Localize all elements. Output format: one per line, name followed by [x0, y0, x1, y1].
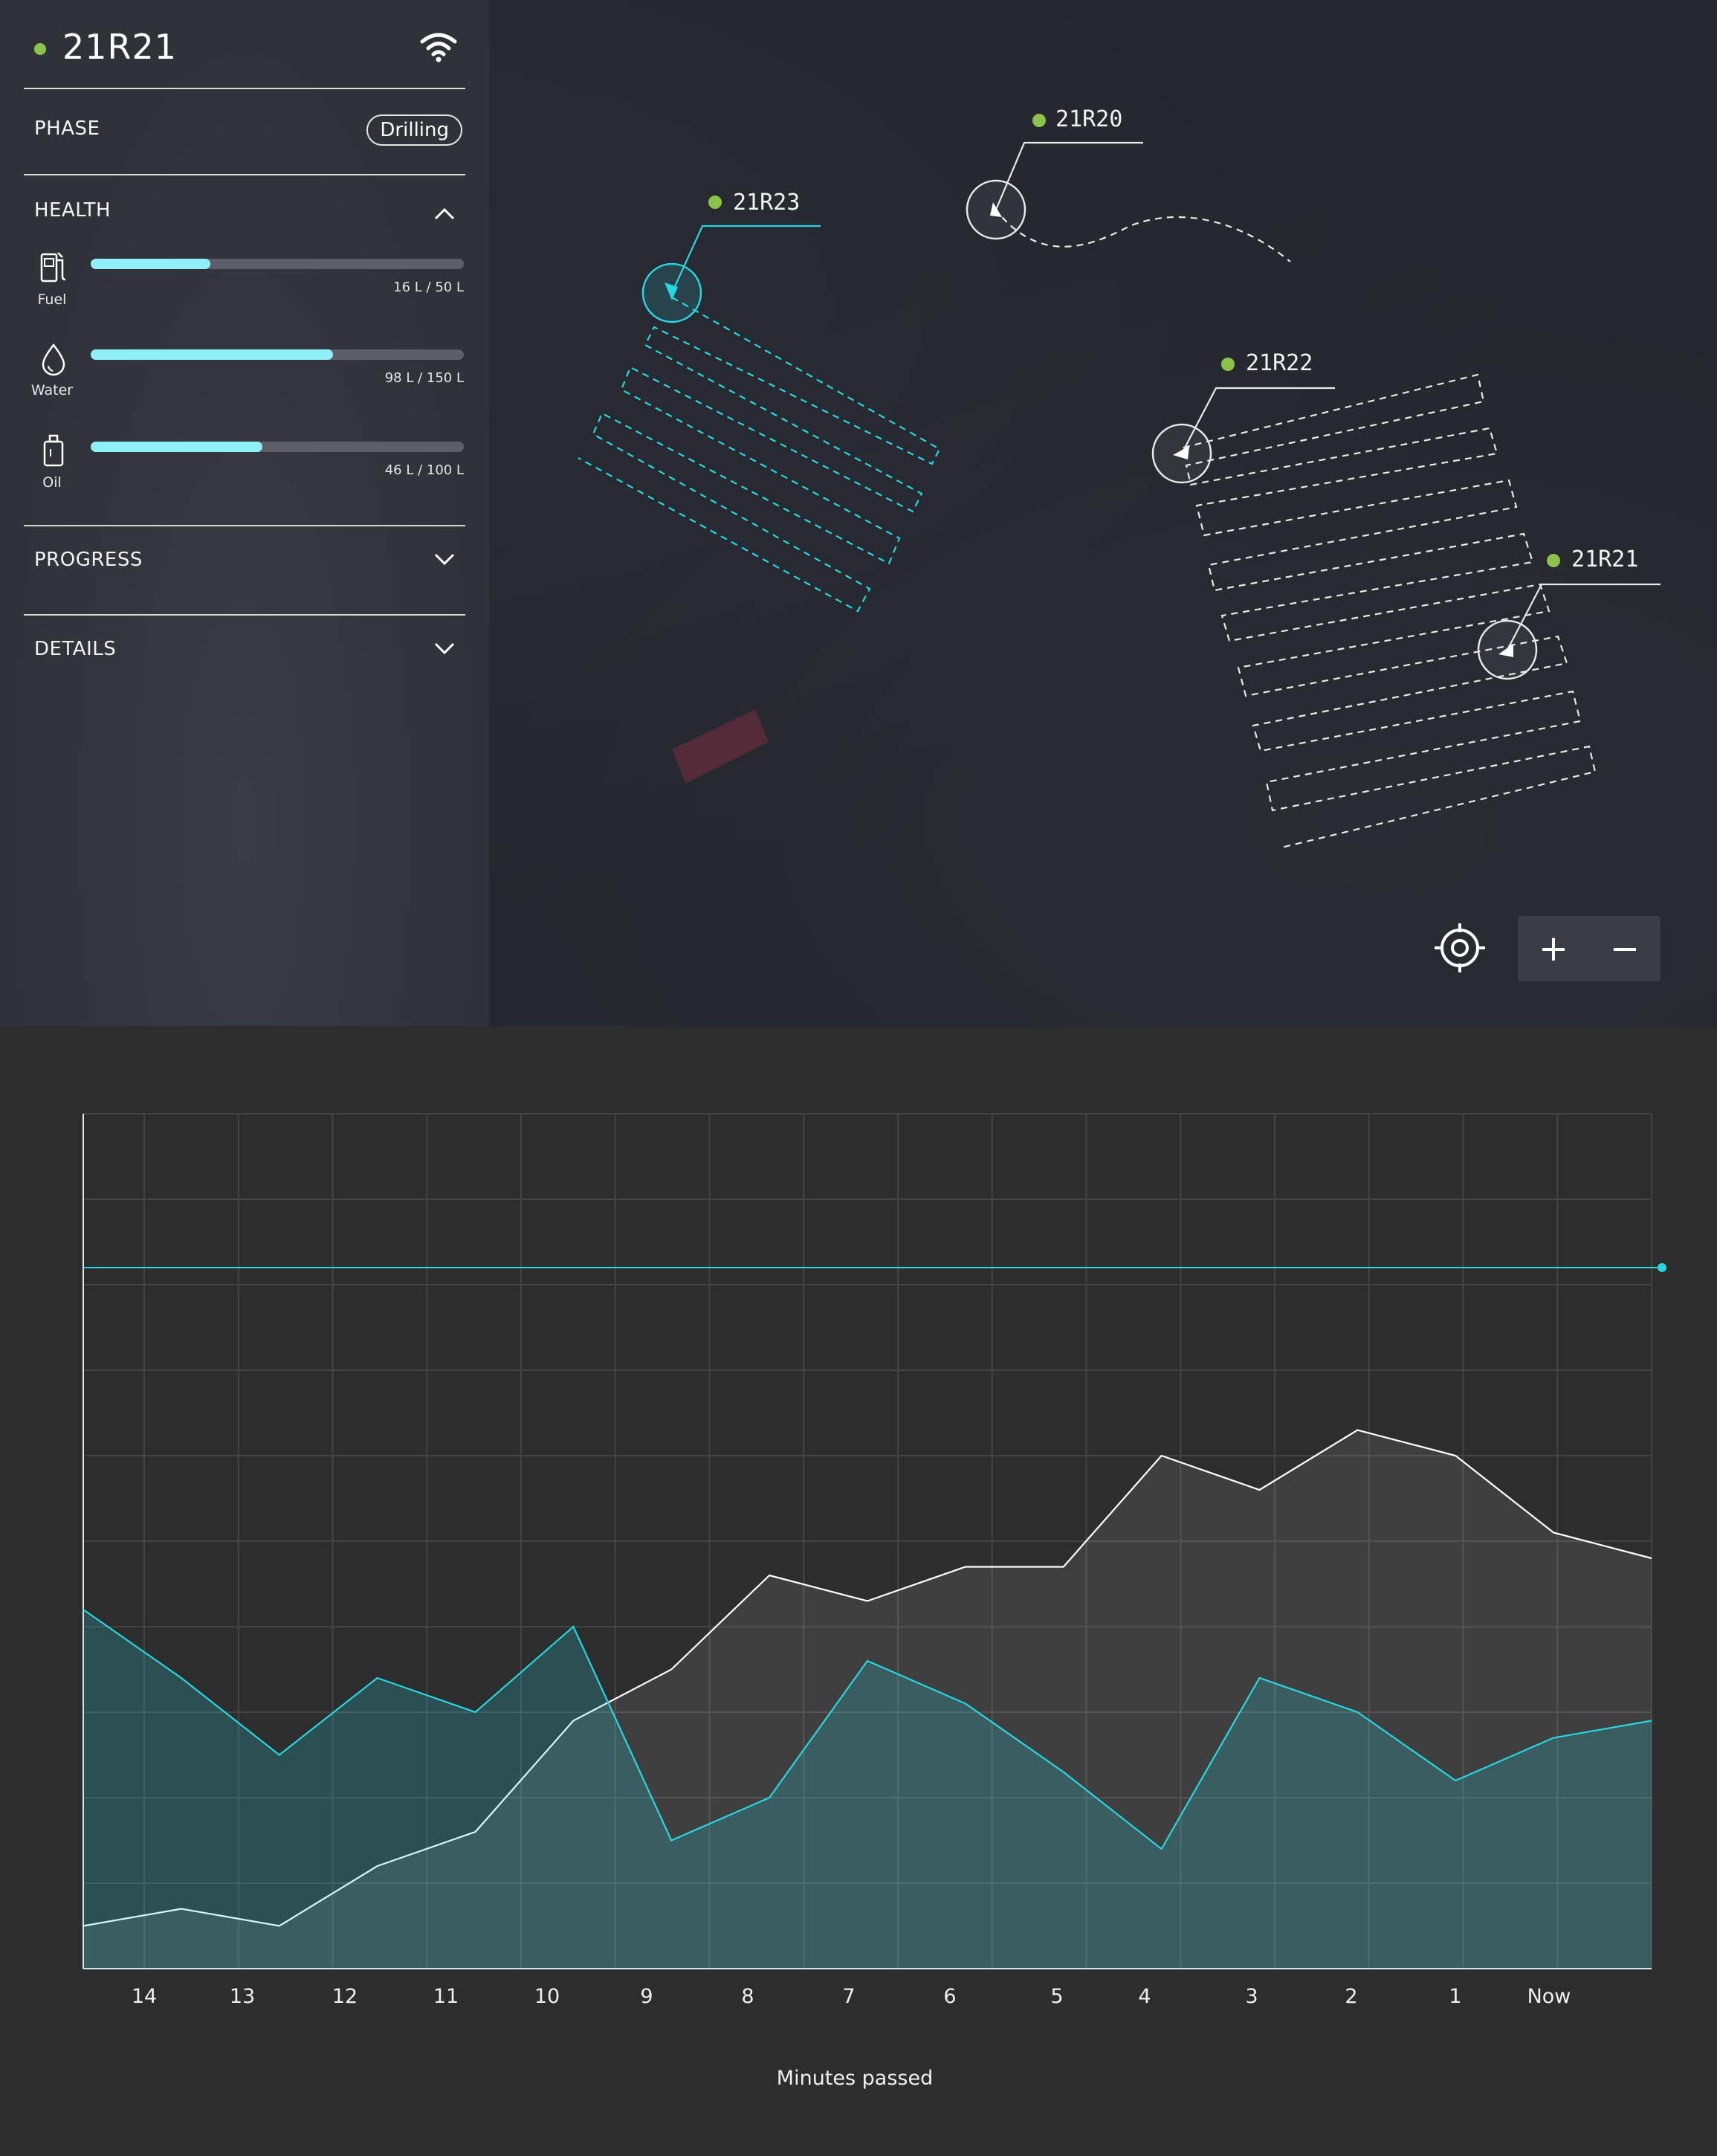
x-tick-label: 1: [1449, 1985, 1461, 2008]
chart-areas: [83, 1429, 1652, 1969]
top-section: 21R21 PHASE Drilling HEALTH Fuel 16 L / …: [0, 0, 1717, 1026]
x-tick-label: 11: [433, 1985, 459, 2008]
map-view[interactable]: 21R23 21R20 21R22 21R21: [489, 0, 1717, 1026]
path-21R23: [578, 297, 941, 613]
water-bar: [91, 349, 464, 360]
x-tick-label: 14: [132, 1985, 157, 2008]
rover-status-dot: [1221, 358, 1235, 371]
details-label: DETAILS: [34, 638, 117, 660]
details-row[interactable]: DETAILS: [24, 616, 465, 705]
path-21R20: [994, 207, 1291, 262]
x-tick-label: 2: [1345, 1985, 1357, 2008]
crosshair-icon[interactable]: [1430, 922, 1490, 974]
progress-row[interactable]: PROGRESS: [24, 526, 465, 616]
rover-status-dot: [708, 196, 722, 209]
rover-status-dot: [1547, 554, 1560, 567]
oil-bar-fill: [91, 442, 262, 452]
wifi-icon: [420, 33, 457, 62]
x-tick-label: 9: [640, 1985, 653, 2008]
x-tick-label: 4: [1138, 1985, 1151, 2008]
rover-title: 21R21: [62, 27, 178, 67]
water-bar-fill: [91, 349, 334, 360]
x-axis-ticks: 14 13 12 11 10 9 8 7 6 5 4 3 2 1 Now: [132, 1985, 1571, 2008]
chevron-down-icon[interactable]: [434, 642, 455, 656]
x-tick-label: 7: [842, 1985, 855, 2008]
water-value: 98 L / 150 L: [384, 370, 464, 386]
chevron-up-icon[interactable]: [434, 207, 455, 220]
x-tick-label: 8: [741, 1985, 754, 2008]
fuel-bar-fill: [91, 259, 210, 269]
phase-label: PHASE: [34, 117, 100, 140]
progress-label: PROGRESS: [34, 549, 143, 571]
x-tick-label: 13: [230, 1985, 255, 2008]
threshold-marker: [1658, 1263, 1666, 1272]
fuel-bar: [91, 259, 464, 269]
rover-21R23[interactable]: 21R23: [641, 190, 821, 323]
metric-label: Water: [30, 382, 74, 398]
oil-can-icon: [43, 434, 64, 467]
restricted-zone: [672, 709, 769, 784]
rover-label: 21R23: [733, 190, 800, 216]
area-chart: 14 13 12 11 10 9 8 7 6 5 4 3 2 1 Now Minutes passed: [83, 1113, 1666, 2090]
chevron-down-icon[interactable]: [434, 553, 455, 567]
x-tick-label: Now: [1527, 1985, 1571, 2008]
x-tick-label: 10: [534, 1985, 560, 2008]
metric-water: Water 98 L / 150 L: [24, 340, 465, 422]
metric-label: Oil: [42, 474, 62, 491]
metric-label: Fuel: [37, 291, 67, 308]
rover-21R20[interactable]: 21R20: [966, 106, 1143, 240]
path-21R22: [1183, 373, 1597, 849]
status-dot: [34, 43, 46, 55]
rover-label: 21R21: [1571, 546, 1638, 572]
x-tick-label: 12: [332, 1985, 358, 2008]
rover-label: 21R20: [1055, 106, 1122, 132]
phase-badge: Drilling: [366, 114, 462, 146]
oil-value: 46 L / 100 L: [384, 462, 464, 478]
x-axis-title: Minutes passed: [777, 2067, 933, 2090]
fuel-icon: [40, 252, 66, 283]
zoom-in-button[interactable]: +: [1518, 916, 1589, 981]
rover-panel: 21R21 PHASE Drilling HEALTH Fuel 16 L / …: [0, 0, 489, 1026]
x-tick-label: 6: [943, 1985, 956, 2008]
panel-header: 21R21: [24, 0, 465, 89]
rover-label: 21R22: [1246, 350, 1313, 376]
oil-bar: [91, 442, 464, 452]
fuel-value: 16 L / 50 L: [393, 280, 464, 295]
zoom-control: + −: [1518, 916, 1661, 981]
phase-row: PHASE Drilling: [24, 89, 465, 175]
metric-fuel: Fuel 16 L / 50 L: [24, 250, 465, 332]
rover-status-dot: [1032, 114, 1046, 127]
x-tick-label: 5: [1050, 1985, 1063, 2008]
health-label: HEALTH: [34, 199, 111, 222]
chart-section: 14 13 12 11 10 9 8 7 6 5 4 3 2 1 Now Minutes passed: [0, 1026, 1717, 2156]
water-drop-icon: [42, 343, 65, 376]
zoom-out-button[interactable]: −: [1589, 916, 1661, 981]
x-tick-label: 3: [1245, 1985, 1258, 2008]
metric-oil: Oil 46 L / 100 L: [24, 433, 465, 514]
